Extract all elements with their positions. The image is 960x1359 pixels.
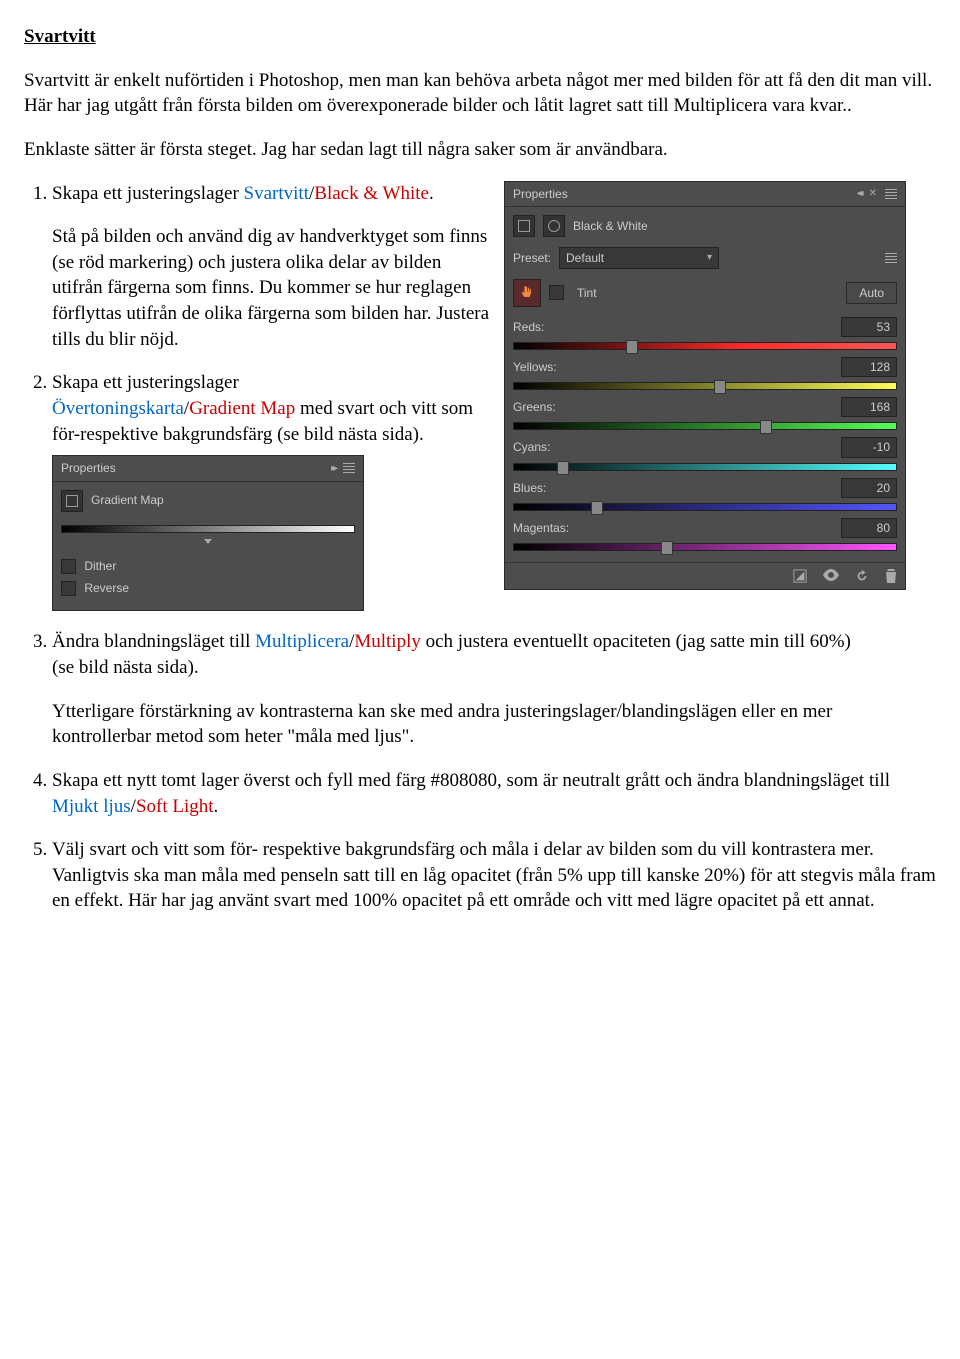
slider-yellows: Yellows: 128 [513,357,897,391]
intro-paragraph-1: Svartvitt är enkelt nuförtiden i Photosh… [24,68,936,119]
gm-dither-label: Dither [84,559,116,573]
slider-thumb[interactable] [591,501,603,515]
preset-menu-icon[interactable] [885,253,897,263]
slider-value[interactable]: -10 [841,437,897,457]
slider-reds: Reds: 53 [513,317,897,351]
intro-paragraph-2: Enklaste sätter är första steget. Jag ha… [24,137,936,163]
slider-label: Greens: [513,399,556,415]
preset-label: Preset: [513,250,551,266]
page-title: Svartvitt [24,24,936,50]
gradient-map-panel: Properties ▸▸ Gradient Map [52,455,364,611]
slider-thumb[interactable] [714,380,726,394]
slider-track[interactable] [513,460,897,472]
step-1-detail: Stå på bilden och använd dig av handverk… [52,224,494,352]
slider-value[interactable]: 128 [841,357,897,377]
step-3: Ändra blandningsläget till Multiplicera/… [52,629,936,750]
delete-icon[interactable] [885,569,897,583]
panel-menu-icon[interactable] [343,463,355,473]
gm-dropdown-arrow[interactable] [204,539,212,544]
tint-label: Tint [577,285,597,301]
step-3-note: Ytterligare förstärkning av kontrasterna… [52,699,936,750]
slider-track[interactable] [513,540,897,552]
preset-dropdown[interactable]: Default [559,247,719,269]
panel-menu-icon[interactable] [885,189,897,199]
collapse-icon[interactable]: ◂◂ [857,187,861,201]
gm-dither-checkbox[interactable] [61,559,76,574]
slider-track[interactable] [513,419,897,431]
bw-mask-icon [543,215,565,237]
slider-thumb[interactable] [661,541,673,555]
collapse-icon[interactable]: ▸▸ [331,462,335,476]
slider-thumb[interactable] [626,340,638,354]
slider-cyans: Cyans: -10 [513,437,897,471]
bw-adjustment-icon [513,215,535,237]
bw-title: Black & White [573,218,648,234]
gm-reverse-checkbox[interactable] [61,581,76,596]
slider-label: Yellows: [513,359,557,375]
slider-greens: Greens: 168 [513,397,897,431]
slider-label: Magentas: [513,520,569,536]
auto-button[interactable]: Auto [846,282,897,304]
visibility-icon[interactable] [823,569,839,583]
adjust-layer-icon[interactable] [793,569,807,583]
gm-reverse-label: Reverse [84,581,129,595]
gm-tab-label: Properties [61,460,116,476]
gm-adjustment-icon [61,490,83,512]
step-4: Skapa ett nytt tomt lager överst och fyl… [52,768,936,819]
slider-magentas: Magentas: 80 [513,518,897,552]
tint-checkbox[interactable] [549,285,564,300]
slider-label: Reds: [513,319,544,335]
gm-title: Gradient Map [91,492,164,508]
slider-value[interactable]: 20 [841,478,897,498]
gm-gradient-preview[interactable] [61,525,355,533]
reset-icon[interactable] [855,569,869,583]
slider-thumb[interactable] [557,461,569,475]
slider-value[interactable]: 168 [841,397,897,417]
step-1: Skapa ett justeringslager Svartvitt/Blac… [52,181,494,353]
step-5: Välj svart och vitt som för- respektive … [52,837,936,914]
slider-track[interactable] [513,500,897,512]
slider-value[interactable]: 80 [841,518,897,538]
black-white-panel: Properties ◂◂ ✕ Black & White [504,181,906,590]
targeted-adjustment-hand-icon[interactable] [513,279,541,307]
step-2: Skapa ett justeringslager Övertoningskar… [52,370,494,611]
slider-blues: Blues: 20 [513,478,897,512]
slider-label: Cyans: [513,439,550,455]
slider-label: Blues: [513,480,546,496]
close-icon[interactable]: ✕ [869,187,877,201]
bw-tab-label: Properties [513,186,568,202]
slider-track[interactable] [513,379,897,391]
slider-thumb[interactable] [760,420,772,434]
slider-track[interactable] [513,339,897,351]
slider-value[interactable]: 53 [841,317,897,337]
